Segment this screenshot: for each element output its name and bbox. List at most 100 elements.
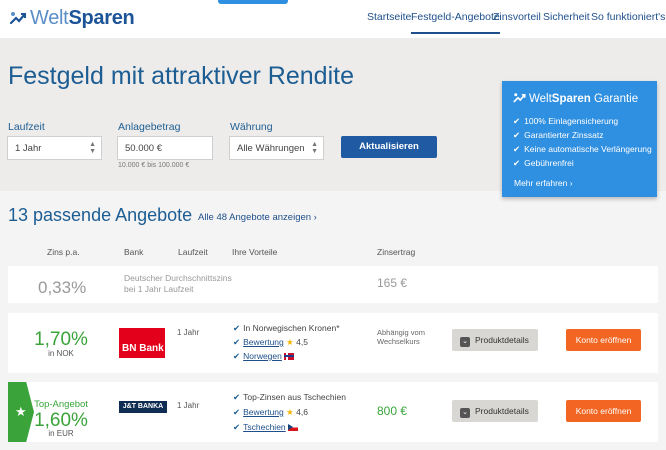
- offer-term: 1 Jahr: [177, 328, 200, 337]
- offer-country: ✔ Tschechien: [233, 422, 299, 433]
- guarantee-brand-1: Welt: [529, 92, 552, 105]
- average-interest: 165 €: [377, 276, 408, 290]
- laufzeit-select[interactable]: 1 Jahr ▲ ▼: [7, 136, 102, 160]
- guarantee-item: ✔ Keine automatische Verlängerung: [513, 144, 652, 155]
- rating-link[interactable]: Bewertung: [243, 337, 284, 347]
- offer-rating: ✔ Bewertung ★ 4,6: [233, 407, 308, 418]
- logo[interactable]: WeltSparen: [8, 7, 135, 30]
- product-details-label: Produktdetails: [475, 335, 529, 345]
- check-icon: ✔: [233, 407, 241, 417]
- nav-sicherheit[interactable]: Sicherheit: [543, 11, 590, 23]
- offer-interest-note: Abhängig vom Wechselkurs: [377, 328, 425, 346]
- guarantee-item-text: Keine automatische Verlängerung: [524, 144, 652, 154]
- norway-flag-icon: [284, 353, 295, 361]
- header-tab-accent: [218, 0, 288, 4]
- offer-interest: 800 €: [377, 404, 408, 418]
- logo-icon: [9, 11, 27, 24]
- check-icon: ✔: [233, 351, 241, 361]
- product-details-button[interactable]: ⌄ Produktdetails: [452, 400, 538, 422]
- check-icon: ✔: [233, 422, 241, 432]
- anlagebetrag-input[interactable]: 50.000 €: [117, 136, 213, 160]
- star-icon: ★: [286, 337, 294, 347]
- update-button[interactable]: Aktualisieren: [341, 136, 437, 158]
- star-icon: ★: [286, 407, 294, 417]
- stepper-arrows-icon: ▲ ▼: [311, 141, 318, 155]
- anlagebetrag-label: Anlagebetrag: [118, 121, 181, 133]
- check-icon: ✔: [233, 392, 241, 402]
- offer-rate: 1,70%: [34, 329, 88, 350]
- country-link[interactable]: Norwegen: [243, 351, 282, 361]
- check-icon: ✔: [513, 130, 521, 140]
- guarantee-card: Welt Sparen Garantie ✔ 100% Einlagensicher…: [502, 81, 657, 197]
- product-details-button[interactable]: ⌄ Produktdetails: [452, 329, 538, 351]
- average-text-line: bei 1 Jahr Laufzeit: [124, 284, 194, 294]
- interest-note-line: Abhängig vom: [377, 328, 425, 337]
- offer-row: 1,70% in NOK BN Bank 1 Jahr ✔ In Norwegis…: [8, 313, 658, 373]
- open-account-button[interactable]: Konto eröffnen: [566, 400, 641, 422]
- laufzeit-label: Laufzeit: [8, 121, 45, 133]
- nav-so-funktionierts[interactable]: So funktioniert's: [591, 11, 665, 23]
- nav-startseite[interactable]: Startseite: [367, 11, 411, 23]
- logo-icon: [513, 93, 526, 103]
- logo-text-part1: Welt: [30, 7, 69, 29]
- bank-logo-jt: J&T BANKA: [119, 401, 167, 413]
- chevron-down-icon: ⌄: [460, 408, 470, 418]
- stepper-arrows-icon: ▲ ▼: [89, 141, 96, 155]
- average-description: Deutscher Durchschnittszins bei 1 Jahr L…: [124, 273, 232, 295]
- offer-currency: in EUR: [48, 429, 74, 438]
- check-icon: ✔: [513, 116, 521, 126]
- offer-row: ★ Top-Angebot 1,60% in EUR J&T BANKA 1 J…: [8, 382, 658, 442]
- all-offers-link[interactable]: Alle 48 Angebote anzeigen ›: [198, 212, 317, 223]
- guarantee-title: Garantie: [594, 92, 639, 105]
- bank-logo-text: BN Bank: [122, 343, 164, 354]
- offer-rating: ✔ Bewertung ★ 4,5: [233, 337, 308, 348]
- chevron-down-icon: ⌄: [460, 337, 470, 347]
- rating-value: 4,6: [296, 407, 308, 417]
- offer-feature-text: Top-Zinsen aus Tschechien: [243, 392, 346, 402]
- average-row: 0,33% Deutscher Durchschnittszins bei 1 …: [8, 266, 658, 303]
- guarantee-item: ✔ 100% Einlagensicherung: [513, 116, 618, 127]
- offer-feature: ✔ In Norwegischen Kronen*: [233, 323, 340, 334]
- column-header-laufzeit: Laufzeit: [178, 247, 208, 257]
- interest-note-line: Wechselkurs: [377, 337, 420, 346]
- guarantee-item-text: Garantierter Zinssatz: [524, 130, 604, 140]
- guarantee-item-text: 100% Einlagensicherung: [524, 116, 619, 126]
- anlagebetrag-value: 50.000 €: [125, 143, 162, 154]
- nav-festgeld-angebote[interactable]: Festgeld-Angebote: [411, 11, 500, 34]
- check-icon: ✔: [513, 144, 521, 154]
- guarantee-more-link[interactable]: Mehr erfahren ›: [514, 178, 573, 188]
- site-header: WeltSparen Startseite Festgeld-Angebote …: [0, 0, 666, 38]
- column-header-vorteile: Ihre Vorteile: [232, 247, 278, 257]
- check-icon: ✔: [233, 337, 241, 347]
- top-offer-label: Top-Angebot: [34, 399, 88, 410]
- waehrung-label: Währung: [230, 121, 273, 133]
- logo-text-part2: Sparen: [68, 7, 135, 29]
- page-title: Festgeld mit attraktiver Rendite: [8, 62, 354, 90]
- guarantee-item-text: Gebührenfrei: [524, 158, 574, 168]
- guarantee-brand-2: Sparen: [551, 92, 591, 105]
- average-text-line: Deutscher Durchschnittszins: [124, 273, 232, 283]
- offer-term: 1 Jahr: [177, 401, 200, 410]
- product-details-label: Produktdetails: [475, 406, 529, 416]
- waehrung-value: Alle Währungen: [237, 143, 305, 154]
- guarantee-item: ✔ Garantierter Zinssatz: [513, 130, 604, 141]
- offer-feature: ✔ Top-Zinsen aus Tschechien: [233, 392, 346, 403]
- guarantee-heading: Welt Sparen Garantie: [512, 91, 638, 106]
- column-header-zinsertrag: Zinsertrag: [377, 247, 416, 257]
- column-header-bank: Bank: [124, 247, 144, 257]
- average-rate: 0,33%: [38, 278, 87, 297]
- offer-currency: in NOK: [48, 349, 74, 358]
- anlagebetrag-hint: 10.000 € bis 100.000 €: [118, 162, 190, 169]
- results-title: 13 passende Angebote: [8, 205, 193, 225]
- offer-feature-text: In Norwegischen Kronen*: [243, 323, 340, 333]
- waehrung-select[interactable]: Alle Währungen ▲ ▼: [229, 136, 324, 160]
- laufzeit-value: 1 Jahr: [15, 143, 42, 154]
- open-account-button[interactable]: Konto eröffnen: [566, 329, 641, 351]
- bank-logo-bn: BN Bank: [119, 328, 165, 358]
- column-header-zins: Zins p.a.: [47, 247, 80, 257]
- czech-flag-icon: [288, 424, 299, 432]
- check-icon: ✔: [513, 158, 521, 168]
- nav-zinsvorteil[interactable]: Zinsvorteil: [493, 11, 541, 23]
- rating-link[interactable]: Bewertung: [243, 407, 284, 417]
- country-link[interactable]: Tschechien: [243, 422, 286, 432]
